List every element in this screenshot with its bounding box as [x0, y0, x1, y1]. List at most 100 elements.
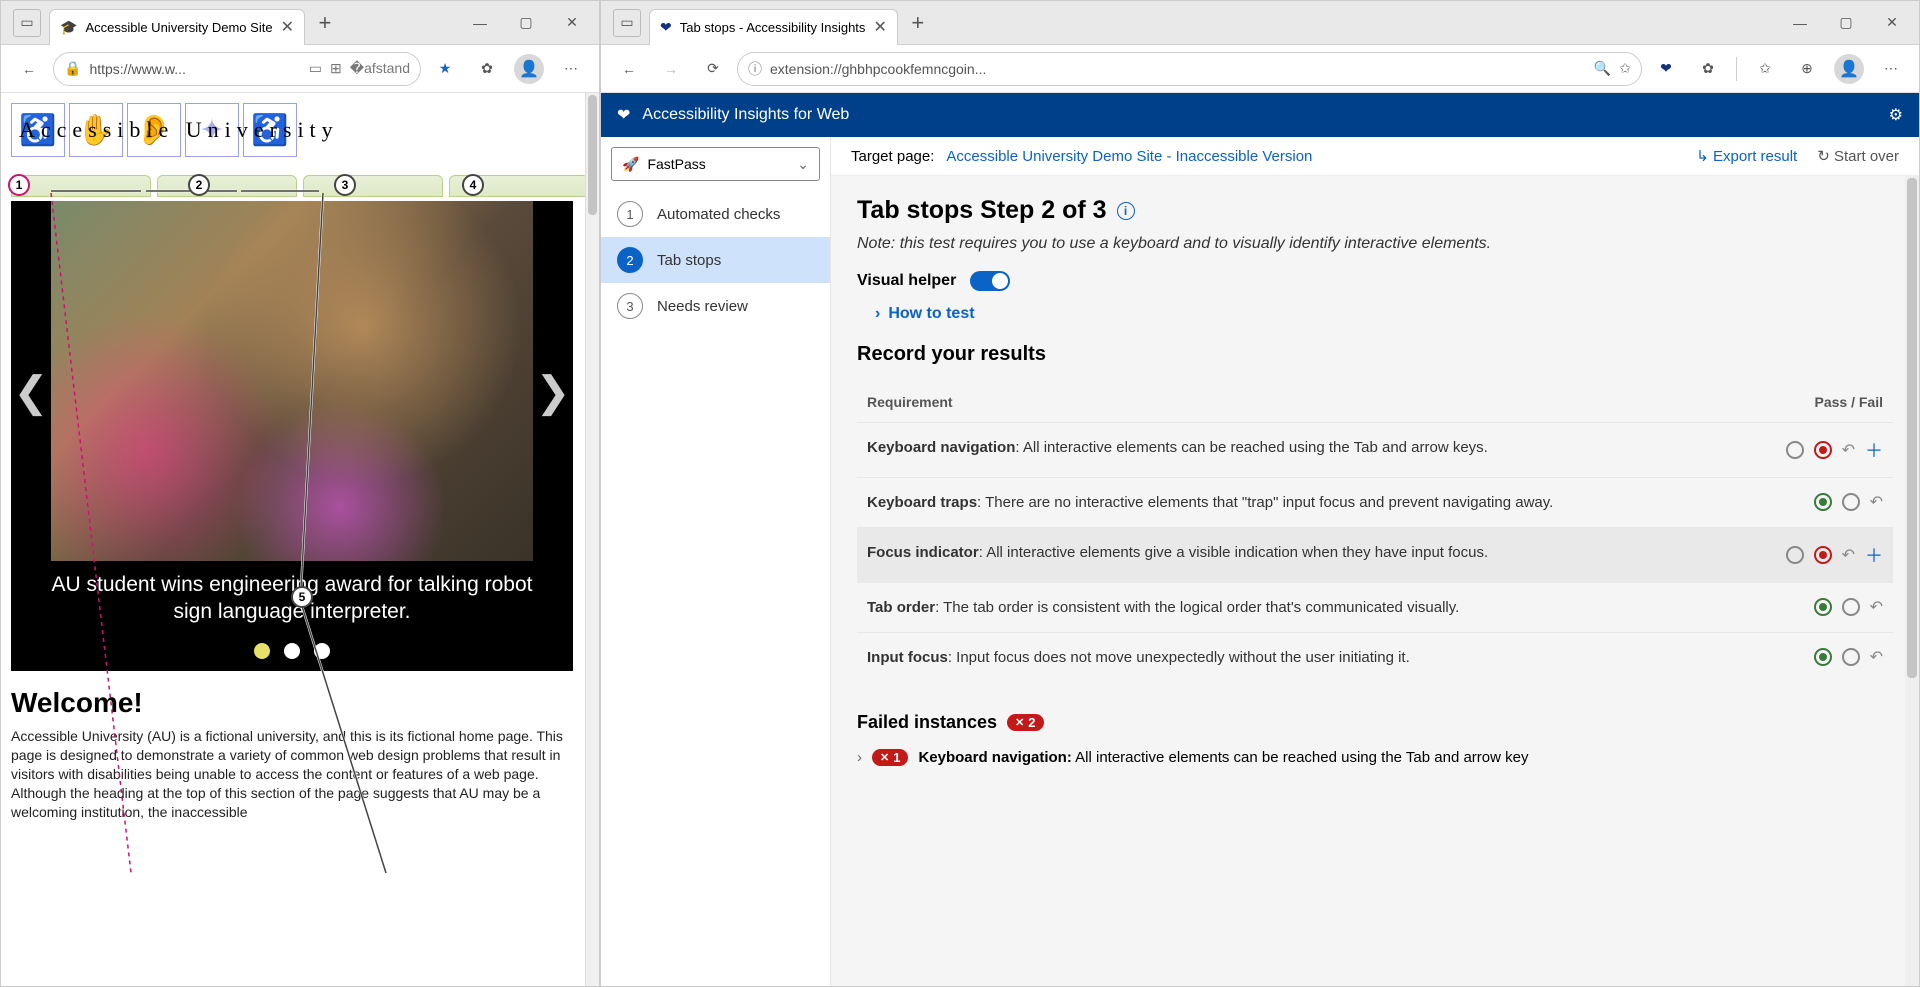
left-titlebar: ▭ 🎓 Accessible University Demo Site ✕ + … [1, 1, 599, 45]
fail-radio[interactable] [1842, 598, 1860, 616]
left-toolbar: ← 🔒 https://www.w... ▭ ⊞ �afstand ★ ✿ ⋯ [1, 45, 599, 93]
close-tab-icon[interactable]: ✕ [281, 17, 294, 37]
fail-radio[interactable] [1842, 493, 1860, 511]
step-number: 2 [617, 247, 643, 273]
more-menu-icon[interactable]: ⋯ [1873, 51, 1909, 87]
tab-actions-icon[interactable]: ▭ [613, 9, 641, 37]
favorite-icon[interactable]: ★ [427, 51, 463, 87]
pass-radio[interactable] [1814, 493, 1832, 511]
minimize-button[interactable]: — [457, 5, 503, 41]
extensions-icon[interactable]: ✿ [1690, 51, 1726, 87]
forward-button[interactable]: → [653, 51, 689, 87]
browser-tab[interactable]: ❤ Tab stops - Accessibility Insights ✕ [649, 9, 898, 45]
info-icon[interactable]: i [1117, 202, 1135, 220]
sidebar-item-automated-checks[interactable]: 1Automated checks [601, 191, 830, 237]
favorites-icon[interactable]: ✩ [1747, 51, 1783, 87]
back-button[interactable]: ← [611, 51, 647, 87]
extensions-icon[interactable]: ✿ [469, 51, 505, 87]
requirement-row: Focus indicator: All interactive element… [857, 527, 1893, 582]
collections-icon[interactable]: ⊕ [1789, 51, 1825, 87]
minimize-button[interactable]: — [1777, 5, 1823, 41]
pass-radio[interactable] [1814, 598, 1832, 616]
reader-icon[interactable]: ▭ [309, 60, 322, 77]
tabstop-2: 2 [188, 174, 210, 196]
fail-radio[interactable] [1814, 441, 1832, 459]
scrollbar[interactable] [585, 93, 599, 986]
start-over-button[interactable]: ↻ Start over [1817, 147, 1899, 165]
more-menu-icon[interactable]: ⋯ [553, 51, 589, 87]
zoom-icon[interactable]: �afstand [350, 60, 410, 77]
col-passfail: Pass / Fail [1815, 394, 1883, 410]
requirement-row: Input focus: Input focus does not move u… [857, 632, 1893, 682]
scrollbar[interactable] [1905, 176, 1919, 986]
undo-icon[interactable]: ↶ [1870, 597, 1883, 617]
favorite-icon[interactable]: ✩ [1619, 60, 1631, 77]
failed-count-badge: 2 [1007, 714, 1043, 731]
step-note: Note: this test requires you to use a ke… [857, 235, 1893, 253]
maximize-button[interactable]: ▢ [1823, 5, 1869, 41]
how-to-test-button[interactable]: › How to test [875, 305, 1893, 323]
carousel-dot[interactable] [284, 643, 300, 659]
refresh-button[interactable]: ⟳ [695, 51, 731, 87]
target-page-link[interactable]: Accessible University Demo Site - Inacce… [946, 148, 1312, 165]
step-number: 1 [617, 201, 643, 227]
tabstop-4: 4 [462, 174, 484, 196]
pass-radio[interactable] [1786, 546, 1804, 564]
address-bar[interactable]: ⓘ extension://ghbhpcookfemncgoin... 🔍 ✩ [737, 52, 1642, 86]
test-selector[interactable]: 🚀 FastPass ⌄ [611, 147, 820, 181]
carousel-dot[interactable] [254, 643, 270, 659]
right-titlebar: ▭ ❤ Tab stops - Accessibility Insights ✕… [601, 1, 1919, 45]
pass-radio[interactable] [1786, 441, 1804, 459]
ai-heart-icon[interactable]: ❤ [1648, 51, 1684, 87]
tab-title: Accessible University Demo Site [85, 20, 272, 35]
fail-radio[interactable] [1842, 648, 1860, 666]
browser-tab[interactable]: 🎓 Accessible University Demo Site ✕ [49, 9, 305, 45]
close-window-button[interactable]: ✕ [549, 5, 595, 41]
right-browser-window: ▭ ❤ Tab stops - Accessibility Insights ✕… [600, 0, 1920, 987]
au-nav-tab[interactable]: 4 [449, 175, 589, 197]
au-nav-tab[interactable]: 2 [157, 175, 297, 197]
fail-radio[interactable] [1814, 546, 1832, 564]
favicon-icon: ❤ [660, 19, 672, 36]
tab-title: Tab stops - Accessibility Insights [680, 20, 866, 35]
right-toolbar: ← → ⟳ ⓘ extension://ghbhpcookfemncgoin..… [601, 45, 1919, 93]
close-window-button[interactable]: ✕ [1869, 5, 1915, 41]
record-results-heading: Record your results [857, 343, 1893, 366]
au-nav-tab[interactable]: 1 [11, 175, 151, 197]
au-nav-tab[interactable]: 3 [303, 175, 443, 197]
zoom-icon[interactable]: 🔍 [1594, 60, 1611, 77]
carousel-next-button[interactable]: ❯ [533, 351, 573, 431]
back-button[interactable]: ← [11, 51, 47, 87]
undo-icon[interactable]: ↶ [1870, 647, 1883, 667]
qr-icon[interactable]: ⊞ [330, 60, 342, 77]
close-tab-icon[interactable]: ✕ [873, 17, 886, 37]
chevron-right-icon: › [875, 305, 880, 323]
visual-helper-toggle[interactable] [970, 271, 1010, 291]
carousel: ❮ ❯ 5 AU student wins engineering award … [11, 201, 573, 671]
undo-icon[interactable]: ↶ [1870, 492, 1883, 512]
add-instance-button[interactable]: ＋ [1865, 542, 1883, 568]
url-text: https://www.w... [89, 61, 300, 77]
new-tab-button[interactable]: + [904, 9, 932, 37]
export-result-button[interactable]: ↳ Export result [1696, 147, 1797, 165]
tab-actions-icon[interactable]: ▭ [13, 9, 41, 37]
url-text: extension://ghbhpcookfemncgoin... [770, 61, 1586, 77]
pass-radio[interactable] [1814, 648, 1832, 666]
visual-helper-row: Visual helper [857, 271, 1893, 291]
address-bar[interactable]: 🔒 https://www.w... ▭ ⊞ �afstand [53, 52, 421, 86]
maximize-button[interactable]: ▢ [503, 5, 549, 41]
failed-instance-row[interactable]: › 1 Keyboard navigation: All interactive… [857, 749, 1893, 766]
undo-icon[interactable]: ↶ [1842, 440, 1855, 460]
profile-avatar[interactable] [1831, 51, 1867, 87]
gear-icon[interactable]: ⚙ [1889, 105, 1903, 125]
undo-icon[interactable]: ↶ [1842, 545, 1855, 565]
sidebar-item-needs-review[interactable]: 3Needs review [601, 283, 830, 329]
carousel-dot[interactable] [314, 643, 330, 659]
carousel-prev-button[interactable]: ❮ [11, 351, 51, 431]
profile-avatar[interactable] [511, 51, 547, 87]
new-tab-button[interactable]: + [311, 9, 339, 37]
add-instance-button[interactable]: ＋ [1865, 437, 1883, 463]
sidebar-item-label: Tab stops [657, 252, 721, 269]
step-heading: Tab stops Step 2 of 3 i [857, 196, 1893, 225]
sidebar-item-tab-stops[interactable]: 2 Tab stops [601, 237, 830, 283]
